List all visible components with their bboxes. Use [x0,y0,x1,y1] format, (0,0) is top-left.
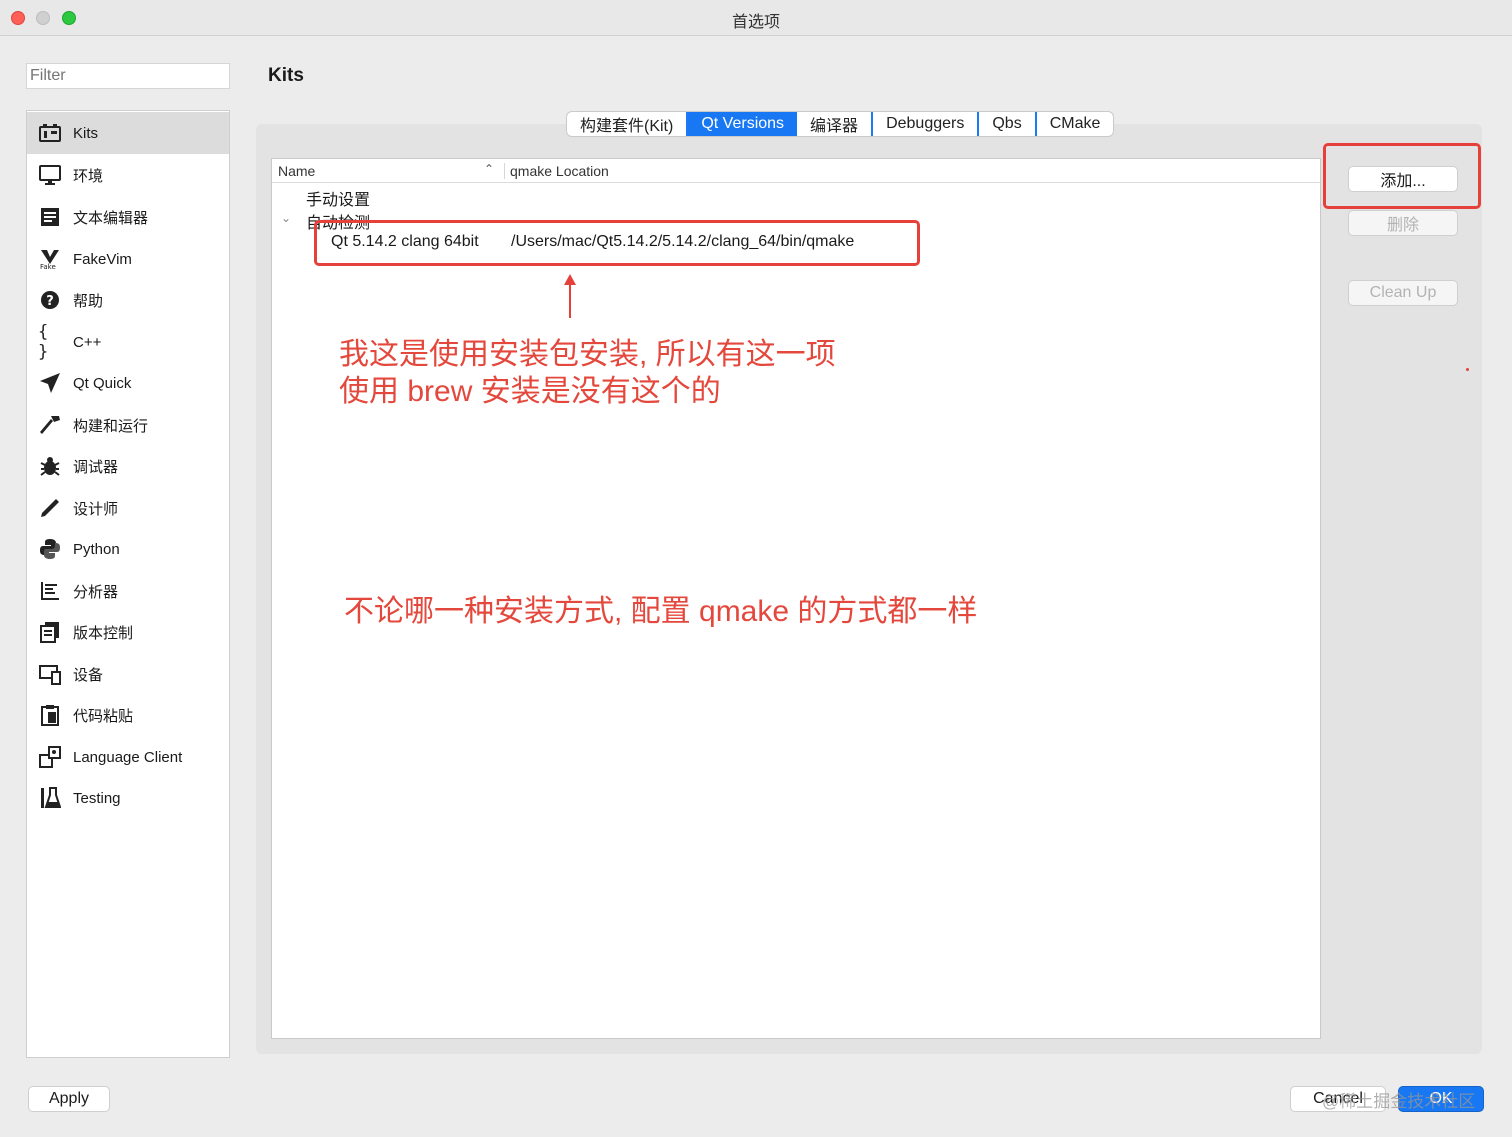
sidebar-item-label: 设计师 [73,500,119,518]
annotation-arrow-shaft [569,282,571,318]
annotation-highlight-row [314,220,920,266]
sidebar-item-label: 版本控制 [73,624,134,642]
text-editor-icon [38,205,62,229]
sidebar-item-language-client[interactable]: Language Client [27,736,229,778]
sidebar-item-qt-quick[interactable]: Qt Quick [27,362,229,404]
tab-qt-versions[interactable]: Qt Versions [688,112,798,136]
braces-icon: { } [38,322,49,362]
sidebar-item-devices[interactable]: 设备 [27,653,229,695]
python-icon [38,537,62,561]
tree-group-manual[interactable]: 手动设置 [306,186,370,210]
sidebar-item-label: 帮助 [73,292,104,310]
remove-button[interactable]: 删除 [1348,210,1458,236]
chevron-down-icon[interactable]: ⌄ [281,211,291,225]
filter-input[interactable] [26,63,230,89]
column-divider[interactable] [504,163,505,179]
sidebar-item-testing[interactable]: Testing [27,777,229,819]
title-bar: 首选项 [0,0,1512,36]
kits-icon [38,121,62,145]
column-header-name[interactable]: Name [278,163,315,179]
tab-cmake[interactable]: CMake [1037,112,1114,136]
sidebar-item-label: 设备 [73,666,104,684]
sidebar-item-label: FakeVim [73,250,132,268]
tab-kits[interactable]: 构建套件(Kit) [567,112,689,136]
column-header-location[interactable]: qmake Location [510,163,609,179]
sidebar-item-environment[interactable]: 环境 [27,154,229,196]
sidebar-item-python[interactable]: Python [27,528,229,570]
sidebar-item-label: Kits [73,124,99,142]
fakevim-icon: Fake [38,247,62,271]
sidebar-item-code-paster[interactable]: 代码粘贴 [27,694,229,736]
sidebar-item-label: Qt Quick [73,374,132,392]
apply-button[interactable]: Apply [28,1086,110,1112]
svg-text:Fake: Fake [40,263,56,270]
sidebar-item-build-run[interactable]: 构建和运行 [27,404,229,446]
device-icon [38,662,62,686]
help-icon: ? [38,288,62,312]
analyzer-icon [38,579,62,603]
sidebar-item-label: C++ [73,333,102,351]
sidebar-item-label: Language Client [73,748,183,766]
annotation-note-2: 不论哪一种安装方式, 配置 qmake 的方式都一样 [344,595,978,628]
annotation-note-line1: 我这是使用安装包安装, 所以有这一项 [339,338,836,371]
table-header: Name ⌃ qmake Location [272,159,1320,183]
window-title: 首选项 [731,14,780,31]
sidebar-item-analyzer[interactable]: 分析器 [27,570,229,612]
flask-icon [38,786,62,810]
sidebar: Kits 环境 文本编辑器 Fake FakeVim ? 帮助 { } C++ … [26,110,230,1058]
monitor-icon [38,163,62,187]
pencil-icon [38,496,62,520]
sidebar-item-label: 代码粘贴 [73,707,134,725]
annotation-note-line2: 使用 brew 安装是没有这个的 [339,375,721,408]
sidebar-item-label: 文本编辑器 [73,209,149,227]
sidebar-item-label: Testing [73,789,121,807]
clean-up-button[interactable]: Clean Up [1348,280,1458,306]
sidebar-item-kits[interactable]: Kits [27,112,229,154]
paper-plane-icon [38,371,62,395]
sort-ascending-icon[interactable]: ⌃ [484,162,494,176]
sidebar-item-label: 调试器 [73,458,119,476]
tab-bar: 构建套件(Kit) Qt Versions 编译器 Debuggers Qbs … [566,111,1115,137]
clipboard-icon [38,703,62,727]
sidebar-item-text-editor[interactable]: 文本编辑器 [27,196,229,238]
svg-text:?: ? [46,294,54,309]
tab-debuggers[interactable]: Debuggers [873,112,980,136]
sidebar-item-fakevim[interactable]: Fake FakeVim [27,238,229,280]
sidebar-item-version-control[interactable]: 版本控制 [27,611,229,653]
sidebar-item-label: Python [73,540,120,558]
tab-qbs[interactable]: Qbs [979,112,1037,136]
bug-icon [38,454,62,478]
tab-compilers[interactable]: 编译器 [797,112,874,136]
page-title: Kits [268,65,304,86]
sidebar-item-label: 构建和运行 [73,417,149,435]
version-control-icon [38,620,62,644]
annotation-dot [1466,368,1469,371]
hammer-icon [38,413,62,437]
sidebar-item-designer[interactable]: 设计师 [27,487,229,529]
sidebar-item-label: 分析器 [73,583,119,601]
sidebar-item-debugger[interactable]: 调试器 [27,445,229,487]
language-client-icon [38,745,62,769]
annotation-highlight-add-button [1323,143,1481,209]
sidebar-item-cpp[interactable]: { } C++ [27,321,229,363]
sidebar-item-label: 环境 [73,167,104,185]
watermark: @稀土掘金技术社区 [1322,1092,1476,1111]
sidebar-item-help[interactable]: ? 帮助 [27,279,229,321]
